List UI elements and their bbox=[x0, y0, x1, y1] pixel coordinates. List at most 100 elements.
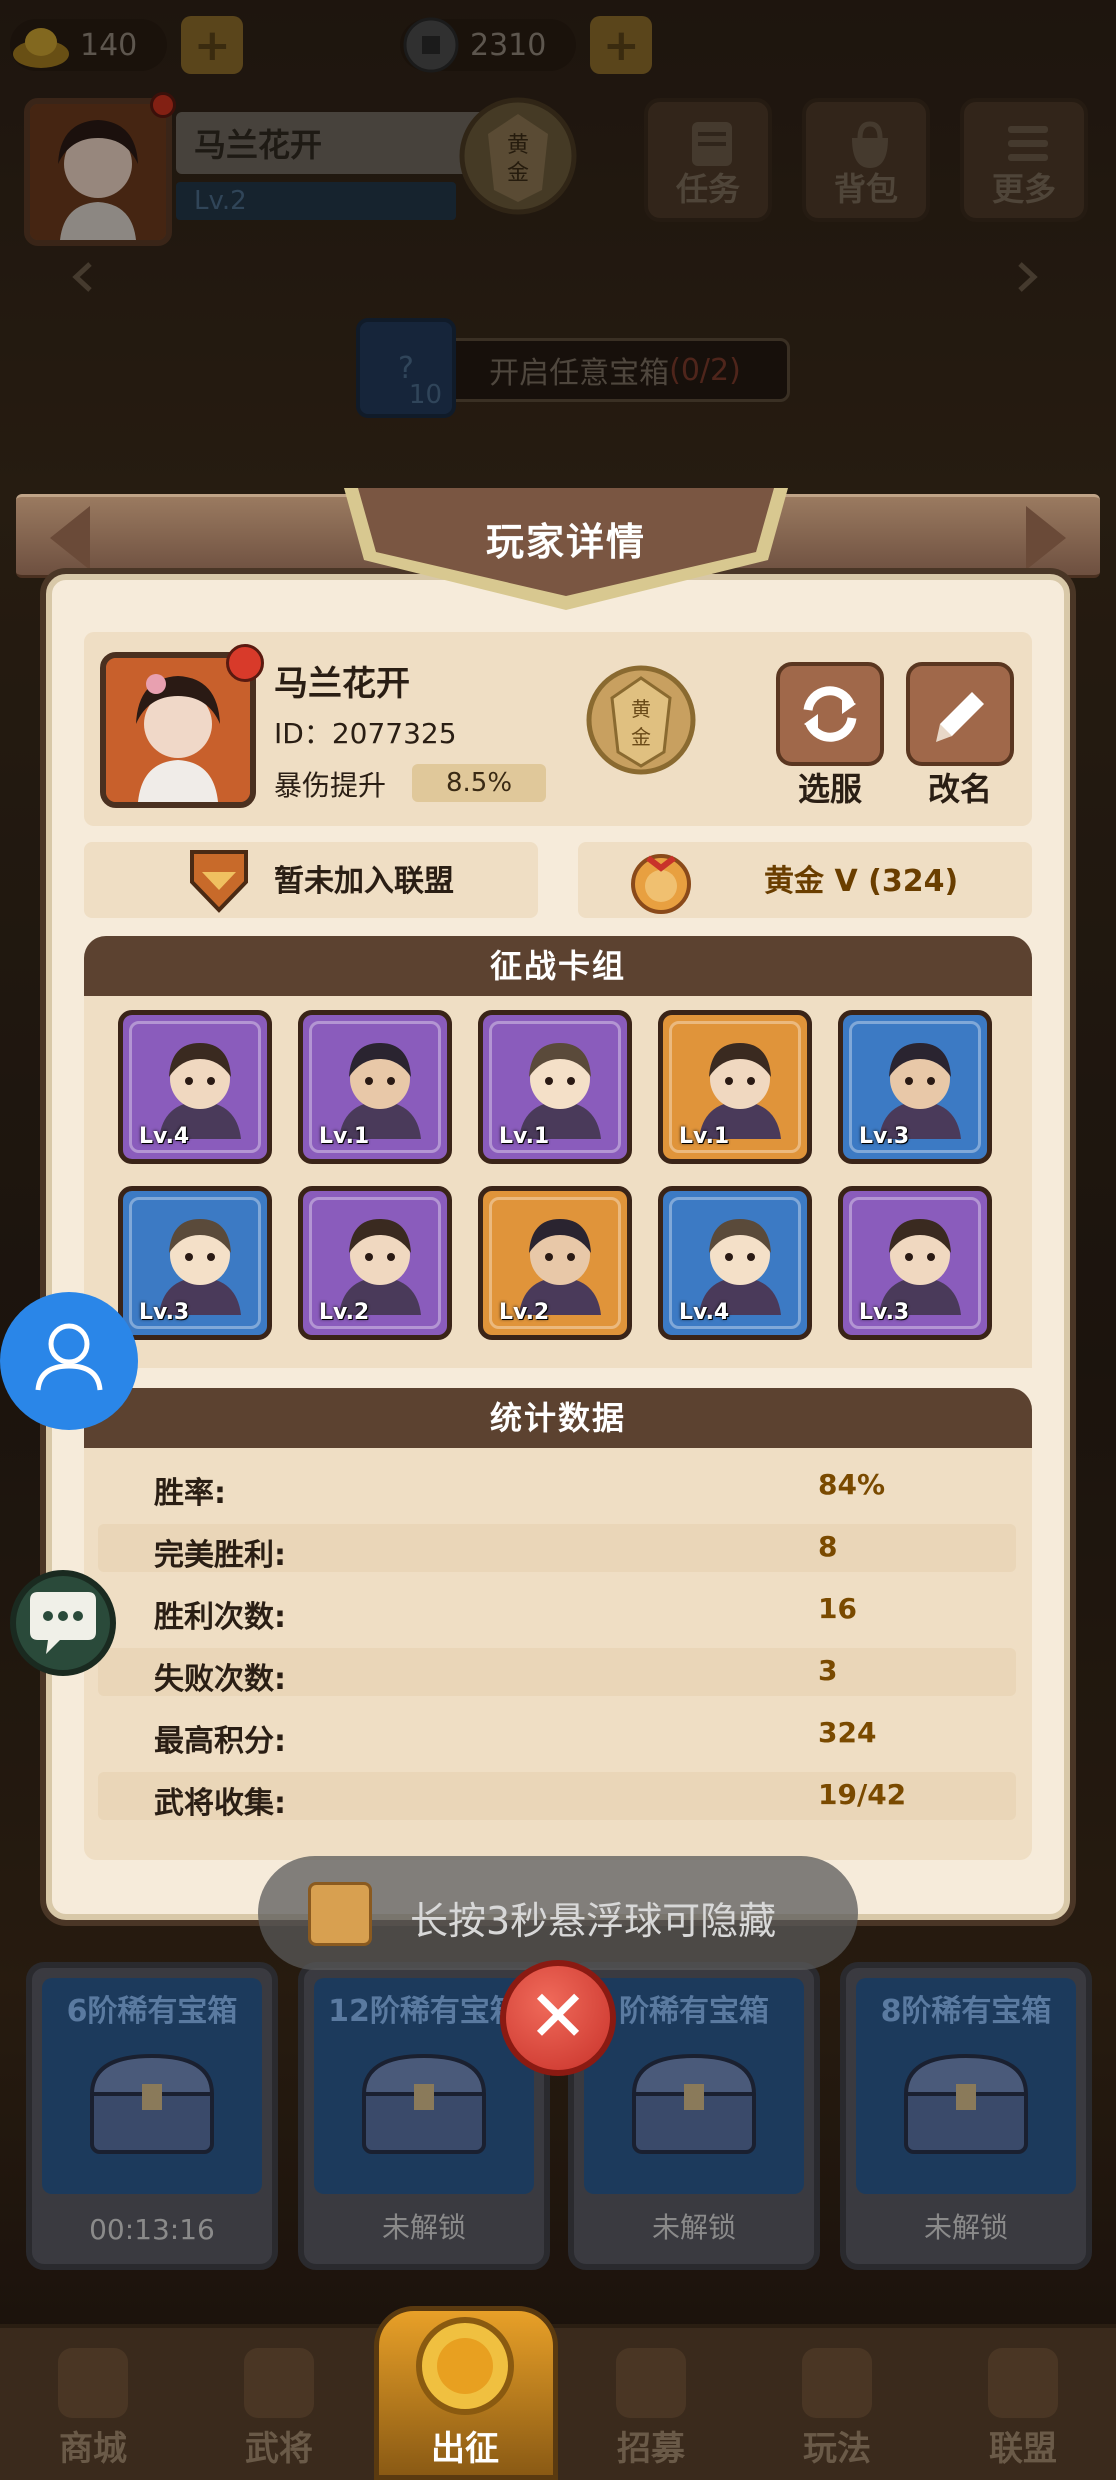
hero-portrait-icon bbox=[519, 1043, 601, 1139]
card-level: Lv.1 bbox=[679, 1124, 730, 1149]
stats-header: 统计数据 bbox=[84, 1388, 1032, 1448]
hero-card[interactable]: Lv.2 bbox=[478, 1186, 632, 1340]
chest-status: 未解锁 bbox=[923, 2211, 1008, 2244]
card-level: Lv.2 bbox=[499, 1300, 550, 1325]
chest-status: 00:13:16 bbox=[89, 2213, 215, 2246]
stat-label: 胜利次数: bbox=[154, 1600, 286, 1635]
hero-card[interactable]: Lv.4 bbox=[658, 1186, 812, 1340]
toast-hero-icon bbox=[308, 1882, 372, 1946]
card-level: Lv.4 bbox=[139, 1124, 190, 1149]
ribbon-right-arrow-icon bbox=[1026, 506, 1066, 570]
guild-shield-icon bbox=[190, 850, 248, 913]
panel-title: 玩家详情 bbox=[485, 520, 646, 564]
card-level: Lv.3 bbox=[859, 1300, 910, 1325]
switch-server-label: 选服 bbox=[797, 770, 862, 808]
guild-status: 暂未加入联盟 bbox=[274, 864, 454, 899]
hero-portrait-icon bbox=[699, 1219, 781, 1315]
refresh-icon bbox=[803, 686, 857, 742]
hero-portrait-icon bbox=[339, 1043, 421, 1139]
nav-item[interactable]: 招募 bbox=[558, 2324, 744, 2480]
nav-label: 商城 bbox=[59, 2429, 127, 2469]
stat-row: 胜利次数: 16 bbox=[98, 1586, 1016, 1635]
hero-card[interactable]: Lv.2 bbox=[298, 1186, 452, 1340]
pencil-icon bbox=[936, 692, 984, 742]
stat-value: 324 bbox=[818, 1716, 877, 1749]
chest-name: 6阶稀有宝箱 bbox=[66, 1994, 238, 2029]
chest-status: 未解锁 bbox=[381, 2211, 466, 2244]
nav-label: 出征 bbox=[431, 2429, 499, 2469]
hero-card[interactable]: Lv.4 bbox=[118, 1010, 272, 1164]
stat-label: 失败次数: bbox=[154, 1662, 286, 1697]
stat-row: 武将收集: 19/42 bbox=[98, 1772, 1016, 1821]
nav-label: 联盟 bbox=[989, 2429, 1057, 2469]
ribbon-left-arrow-icon bbox=[50, 506, 90, 570]
hero-portrait-icon bbox=[879, 1219, 961, 1315]
stat-label: 最高积分: bbox=[154, 1724, 286, 1759]
chest-icon bbox=[361, 2053, 487, 2154]
battle-icon bbox=[416, 2317, 514, 2415]
nav-item[interactable]: 玩法 bbox=[744, 2324, 930, 2480]
chat-icon bbox=[30, 1592, 96, 1654]
hero-portrait-icon bbox=[699, 1043, 781, 1139]
stat-label: 武将收集: bbox=[154, 1786, 286, 1821]
nav-label: 玩法 bbox=[803, 2429, 871, 2469]
chest-status: 未解锁 bbox=[651, 2211, 736, 2244]
card-level: Lv.1 bbox=[499, 1124, 550, 1149]
avatar-notification-dot bbox=[226, 644, 264, 682]
chest-icon bbox=[89, 2053, 215, 2154]
chest-icon bbox=[903, 2053, 1029, 2154]
hero-card[interactable]: Lv.1 bbox=[478, 1010, 632, 1164]
card-level: Lv.3 bbox=[139, 1300, 190, 1325]
nav-item[interactable]: 联盟 bbox=[930, 2324, 1116, 2480]
hero-portrait-icon bbox=[879, 1043, 961, 1139]
user-icon bbox=[35, 1323, 103, 1391]
stat-value: 16 bbox=[818, 1592, 857, 1625]
avatar-portrait-icon bbox=[106, 658, 250, 802]
stat-value: 3 bbox=[818, 1654, 838, 1687]
emblem-char-1: 黄 bbox=[631, 697, 651, 721]
nav-item[interactable]: 武将 bbox=[186, 2324, 372, 2480]
hero-card[interactable]: Lv.3 bbox=[838, 1010, 992, 1164]
chest-slot[interactable]: 8阶稀有宝箱 未解锁 bbox=[840, 1962, 1092, 2270]
stat-value: 84% bbox=[818, 1468, 886, 1501]
rank-medal-icon bbox=[631, 854, 691, 914]
emblem-char-2: 金 bbox=[631, 725, 651, 749]
deck-header: 征战卡组 bbox=[84, 936, 1032, 996]
stat-row: 胜率: 84% bbox=[98, 1462, 1016, 1511]
card-level: Lv.2 bbox=[319, 1300, 370, 1325]
stat-value: 8 bbox=[818, 1530, 838, 1563]
rank-text: 黄金 V (324) bbox=[764, 864, 959, 899]
card-level: Lv.4 bbox=[679, 1300, 730, 1325]
hero-portrait-icon bbox=[339, 1219, 421, 1315]
hero-portrait-icon bbox=[519, 1219, 601, 1315]
stat-row: 失败次数: 3 bbox=[98, 1648, 1016, 1697]
player-id: ID：2077325 bbox=[274, 717, 457, 750]
stat-row: 最高积分: 324 bbox=[98, 1710, 1016, 1759]
hero-portrait-icon bbox=[159, 1043, 241, 1139]
switch-server-button[interactable] bbox=[776, 662, 884, 766]
nav-item[interactable]: 出征 bbox=[372, 2317, 558, 2480]
nav-label: 武将 bbox=[245, 2429, 313, 2469]
floating-user-button[interactable] bbox=[0, 1292, 138, 1430]
hero-card[interactable]: Lv.1 bbox=[298, 1010, 452, 1164]
stat-label: 完美胜利: bbox=[154, 1538, 286, 1573]
stat-label: 胜率: bbox=[154, 1476, 226, 1511]
rename-button[interactable] bbox=[906, 662, 1014, 766]
hero-portrait-icon bbox=[159, 1219, 241, 1315]
hint-toast: 长按3秒悬浮球可隐藏 bbox=[258, 1856, 858, 1970]
close-button[interactable]: ✕ bbox=[500, 1960, 616, 2076]
stat-row: 完美胜利: 8 bbox=[98, 1524, 1016, 1573]
toast-text: 长按3秒悬浮球可隐藏 bbox=[410, 1899, 777, 1943]
chest-name: 8阶稀有宝箱 bbox=[880, 1994, 1052, 2029]
card-level: Lv.1 bbox=[319, 1124, 370, 1149]
hero-card[interactable]: Lv.3 bbox=[118, 1186, 272, 1340]
card-level: Lv.3 bbox=[859, 1124, 910, 1149]
floating-chat-button[interactable] bbox=[10, 1570, 116, 1676]
rename-label: 改名 bbox=[927, 770, 992, 808]
nav-item[interactable]: 商城 bbox=[0, 2324, 186, 2480]
chest-slot[interactable]: 6阶稀有宝箱 00:13:16 bbox=[26, 1962, 278, 2270]
gold-emblem-icon: 黄 金 bbox=[586, 665, 696, 775]
hero-card[interactable]: Lv.1 bbox=[658, 1010, 812, 1164]
hero-card[interactable]: Lv.3 bbox=[838, 1186, 992, 1340]
crit-value: 8.5% bbox=[445, 768, 513, 798]
